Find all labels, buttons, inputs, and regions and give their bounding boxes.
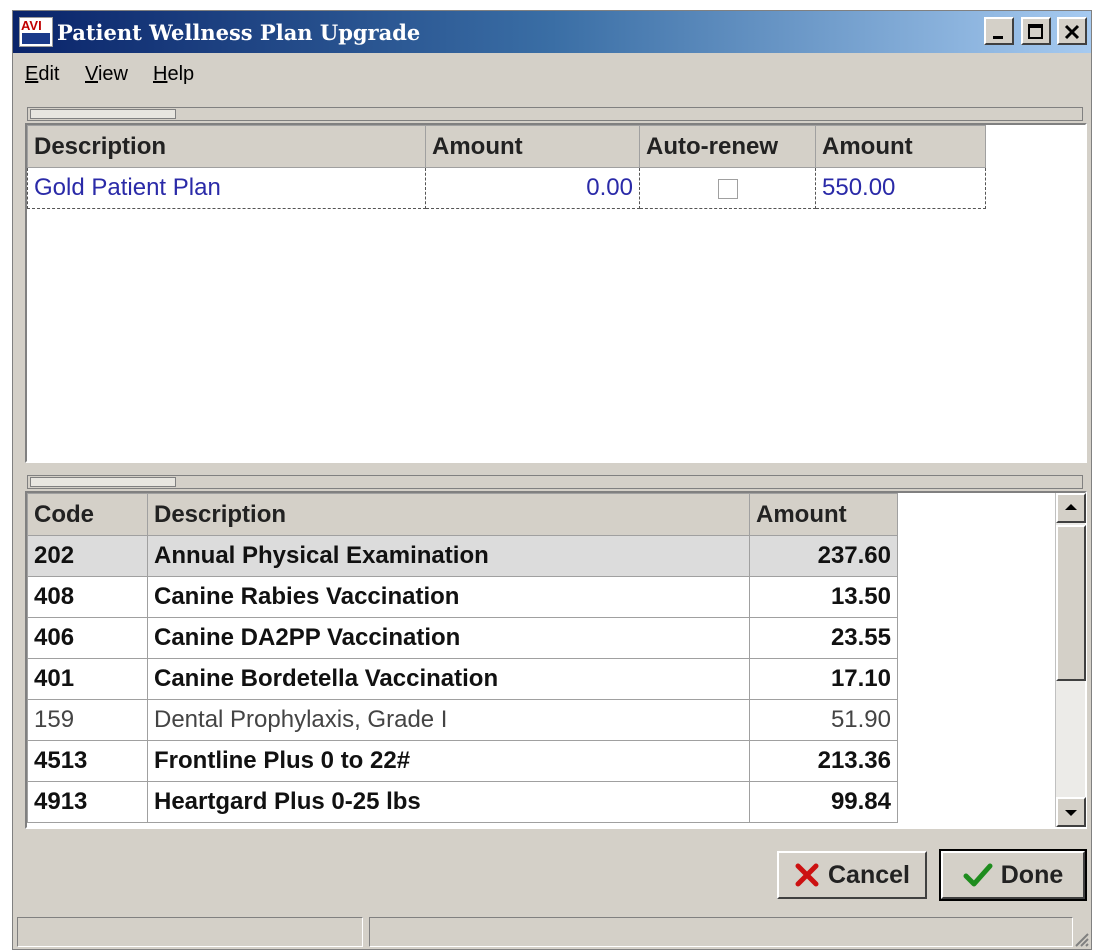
menu-bar: Edit View Help (13, 55, 1091, 91)
row-description: Frontline Plus 0 to 22# (147, 740, 750, 782)
services-table: Code Description Amount 202 Annual Physi… (27, 493, 898, 823)
plan-description: Gold Patient Plan (27, 167, 426, 209)
table-row[interactable]: 408 Canine Rabies Vaccination 13.50 (27, 576, 898, 618)
app-logo: AVI (19, 17, 53, 47)
col-description[interactable]: Description (147, 493, 750, 536)
status-pane-1 (17, 917, 363, 947)
done-button[interactable]: Done (939, 849, 1087, 901)
minimize-icon (993, 36, 1004, 39)
row-code: 4913 (27, 781, 148, 823)
row-code: 4513 (27, 740, 148, 782)
plan-amount: 0.00 (425, 167, 640, 209)
row-amount: 23.55 (749, 617, 898, 659)
col-amount[interactable]: Amount (749, 493, 898, 536)
window-title: Patient Wellness Plan Upgrade (57, 20, 421, 45)
row-amount: 51.90 (749, 699, 898, 741)
title-bar[interactable]: AVI Patient Wellness Plan Upgrade (13, 11, 1091, 53)
window-controls (982, 17, 1087, 47)
green-check-icon (963, 863, 993, 887)
row-amount: 13.50 (749, 576, 898, 618)
status-pane-2 (369, 917, 1073, 947)
table-row[interactable]: 4913 Heartgard Plus 0-25 lbs 99.84 (27, 781, 898, 823)
row-amount: 17.10 (749, 658, 898, 700)
done-label: Done (1000, 860, 1064, 889)
plan-amount-2: 550.00 (815, 167, 986, 209)
col-amount[interactable]: Amount (425, 125, 640, 168)
table-row[interactable]: 159 Dental Prophylaxis, Grade I 51.90 (27, 699, 898, 741)
bottom-horizontal-scrollbar[interactable] (27, 475, 1083, 489)
resize-grip-icon[interactable] (1071, 929, 1089, 947)
row-description: Annual Physical Examination (147, 535, 750, 577)
minimize-button[interactable] (984, 17, 1015, 45)
status-bar (13, 913, 1091, 949)
table-row[interactable]: Gold Patient Plan 0.00 550.00 (27, 167, 986, 209)
table-row[interactable]: 406 Canine DA2PP Vaccination 23.55 (27, 617, 898, 659)
col-amount-2[interactable]: Amount (815, 125, 986, 168)
scroll-thumb[interactable] (30, 477, 176, 487)
logo-text: AVI (21, 18, 42, 33)
row-code: 406 (27, 617, 148, 659)
arrow-down-icon (1065, 810, 1077, 816)
row-description: Canine DA2PP Vaccination (147, 617, 750, 659)
plan-auto-renew-cell (639, 167, 816, 209)
scroll-up-button[interactable] (1056, 493, 1086, 523)
menu-edit[interactable]: Edit (25, 63, 59, 86)
close-button[interactable] (1057, 17, 1087, 45)
scroll-thumb[interactable] (1056, 525, 1086, 681)
table-row[interactable]: 202 Annual Physical Examination 237.60 (27, 535, 898, 577)
row-code: 159 (27, 699, 148, 741)
col-description[interactable]: Description (27, 125, 426, 168)
auto-renew-checkbox[interactable] (717, 178, 738, 199)
table-row[interactable]: 4513 Frontline Plus 0 to 22# 213.36 (27, 740, 898, 782)
vertical-scrollbar[interactable] (1055, 493, 1086, 827)
services-panel: Code Description Amount 202 Annual Physi… (25, 491, 1087, 829)
menu-view[interactable]: View (85, 63, 128, 86)
close-icon (1064, 24, 1080, 40)
plan-table: Description Amount Auto-renew Amount Gol… (27, 125, 986, 209)
red-x-icon (795, 863, 819, 887)
plan-panel: Description Amount Auto-renew Amount Gol… (25, 123, 1087, 463)
col-code[interactable]: Code (27, 493, 148, 536)
maximize-button[interactable] (1020, 17, 1051, 45)
menu-help[interactable]: Help (153, 63, 194, 86)
row-amount: 99.84 (749, 781, 898, 823)
row-amount: 213.36 (749, 740, 898, 782)
cancel-label: Cancel (828, 860, 910, 889)
row-amount: 237.60 (749, 535, 898, 577)
row-description: Dental Prophylaxis, Grade I (147, 699, 750, 741)
arrow-up-icon (1065, 504, 1077, 510)
row-description: Canine Rabies Vaccination (147, 576, 750, 618)
table-row[interactable]: 401 Canine Bordetella Vaccination 17.10 (27, 658, 898, 700)
row-description: Heartgard Plus 0-25 lbs (147, 781, 750, 823)
row-code: 401 (27, 658, 148, 700)
col-auto-renew[interactable]: Auto-renew (639, 125, 816, 168)
maximize-icon (1027, 24, 1043, 39)
scroll-down-button[interactable] (1056, 797, 1086, 827)
scroll-thumb[interactable] (30, 109, 176, 119)
app-window: AVI Patient Wellness Plan Upgrade Edit V… (12, 10, 1092, 950)
top-horizontal-scrollbar[interactable] (27, 107, 1083, 121)
row-code: 408 (27, 576, 148, 618)
row-description: Canine Bordetella Vaccination (147, 658, 750, 700)
cancel-button[interactable]: Cancel (777, 851, 927, 899)
row-code: 202 (27, 535, 148, 577)
